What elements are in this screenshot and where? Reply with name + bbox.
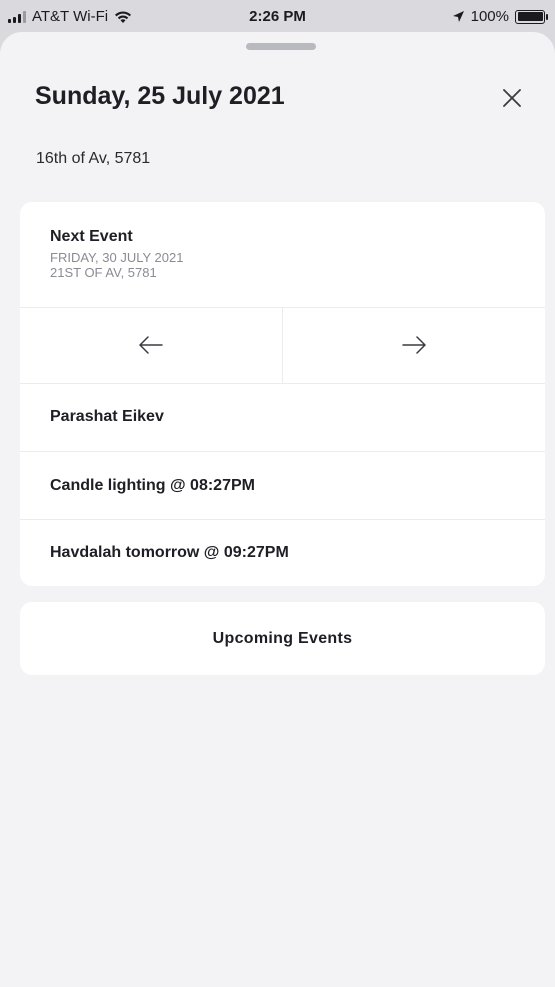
divider	[20, 451, 545, 452]
next-event-header: Next Event FRIDAY, 30 JULY 2021 21ST OF …	[50, 228, 183, 280]
event-havdalah: Havdalah tomorrow @ 09:27PM	[50, 544, 289, 561]
divider	[20, 519, 545, 520]
next-event-card: Next Event FRIDAY, 30 JULY 2021 21ST OF …	[20, 202, 545, 586]
page-title: Sunday, 25 July 2021	[35, 82, 285, 110]
divider	[20, 383, 545, 384]
status-right: 100%	[452, 8, 548, 25]
close-icon	[503, 89, 521, 107]
next-event-button[interactable]	[283, 307, 545, 383]
arrow-left-icon	[139, 336, 163, 354]
arrow-right-icon	[402, 336, 426, 354]
close-button[interactable]	[496, 82, 528, 114]
next-event-date: FRIDAY, 30 JULY 2021	[50, 250, 184, 265]
previous-event-button[interactable]	[20, 307, 282, 383]
location-arrow-icon	[452, 11, 464, 22]
hebrew-date: 16th of Av, 5781	[36, 150, 151, 167]
upcoming-events-label: Upcoming Events	[212, 629, 353, 647]
next-event-label: Next Event	[50, 228, 133, 245]
date-sheet: Sunday, 25 July 2021 16th of Av, 5781 Ne…	[0, 32, 555, 987]
next-event-hebrew-date: 21ST OF AV, 5781	[50, 265, 157, 280]
sheet-grabber[interactable]	[246, 43, 316, 50]
battery-label: 100%	[470, 8, 509, 25]
status-bar: AT&T Wi-Fi 2:26 PM 100%	[0, 0, 555, 32]
event-navigation	[20, 307, 545, 383]
event-parasha: Parashat Eikev	[50, 408, 164, 425]
upcoming-events-button[interactable]: Upcoming Events	[20, 602, 545, 675]
event-candle-lighting: Candle lighting @ 08:27PM	[50, 477, 255, 494]
battery-icon	[515, 9, 548, 24]
